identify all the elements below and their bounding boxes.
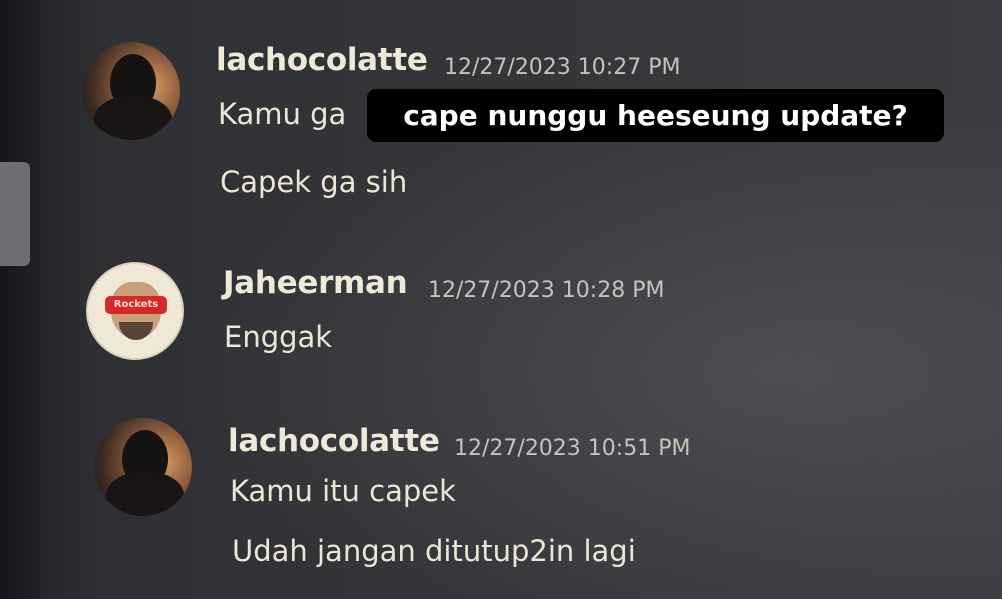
caption-overlay: cape nunggu heeseung update? — [367, 89, 944, 142]
avatar-body-shape — [106, 472, 184, 516]
avatar-body-shape — [94, 96, 172, 140]
avatar-badge-label: Rockets — [105, 296, 167, 314]
message-timestamp: 12/27/2023 10:27 PM — [444, 55, 681, 80]
avatar-beard-shape — [119, 322, 153, 340]
message-username[interactable]: lachocolatte — [228, 423, 440, 459]
message-text: Kamu itu capek — [230, 474, 456, 508]
user-avatar-lachocolatte[interactable] — [94, 418, 192, 516]
message-text: Udah jangan ditutup2in lagi — [232, 534, 636, 568]
message-text: Enggak — [224, 320, 333, 354]
scroll-thumb[interactable] — [0, 162, 30, 266]
message-timestamp: 12/27/2023 10:28 PM — [428, 278, 665, 303]
left-sidebar — [0, 0, 40, 599]
user-avatar-lachocolatte[interactable] — [82, 42, 180, 140]
user-avatar-jaheerman[interactable]: Rockets — [86, 262, 184, 360]
message-username[interactable]: lachocolatte — [216, 42, 428, 78]
message-username[interactable]: Jaheerman — [223, 265, 408, 301]
message-timestamp: 12/27/2023 10:51 PM — [454, 436, 691, 461]
message-text: Kamu ga — [218, 97, 347, 131]
chat-screen: lachocolatte 12/27/2023 10:27 PM Kamu ga… — [0, 0, 1002, 599]
message-text: Capek ga sih — [220, 165, 408, 199]
